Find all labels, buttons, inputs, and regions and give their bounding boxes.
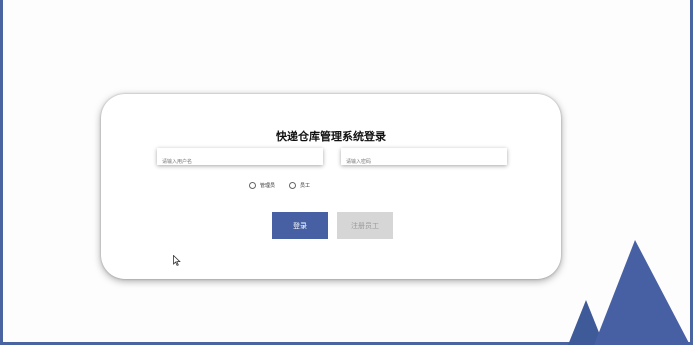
register-staff-button[interactable]: 注册员工 [337, 212, 393, 239]
password-field[interactable] [341, 148, 507, 171]
radio-icon[interactable] [289, 182, 297, 189]
login-button[interactable]: 登录 [272, 212, 328, 239]
password-input[interactable] [341, 153, 507, 171]
login-card: 快递仓库管理系统登录 管理员 员工 登录 注册员工 [101, 94, 561, 279]
username-field[interactable] [157, 148, 323, 171]
role-option-staff[interactable]: 员工 [289, 182, 310, 189]
role-label-admin: 管理员 [260, 183, 276, 189]
login-title: 快递仓库管理系统登录 [276, 130, 386, 143]
mouse-pointer-icon [173, 255, 181, 266]
role-label-staff: 员工 [300, 183, 311, 189]
radio-icon[interactable] [249, 182, 256, 189]
username-input[interactable] [157, 153, 323, 171]
role-option-admin[interactable]: 管理员 [249, 182, 275, 189]
role-selector: 管理员 员工 [249, 182, 324, 189]
